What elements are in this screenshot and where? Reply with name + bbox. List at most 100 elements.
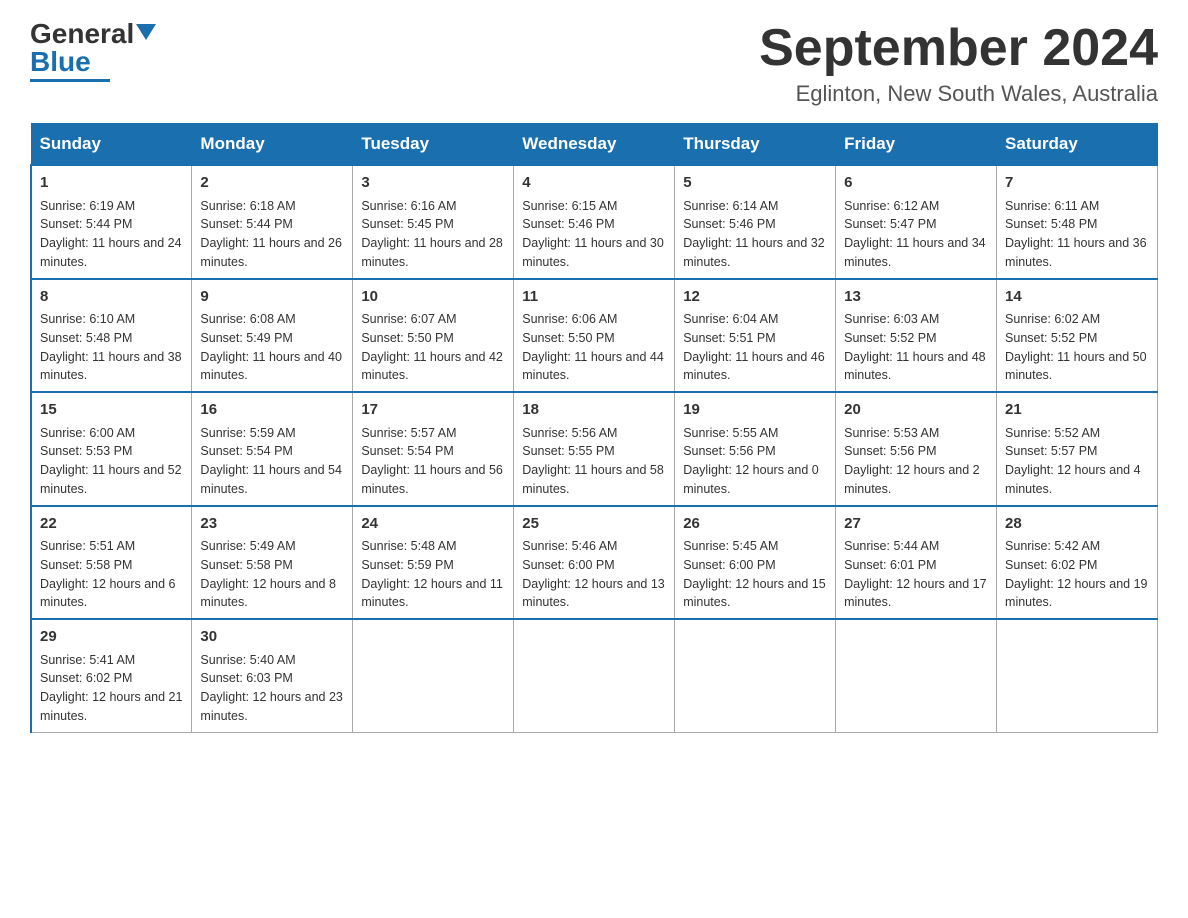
weekday-header-wednesday: Wednesday [514,124,675,166]
day-number: 10 [361,286,505,309]
calendar-day-cell [353,619,514,732]
calendar-day-cell: 8Sunrise: 6:10 AMSunset: 5:48 PMDaylight… [31,279,192,393]
day-number: 7 [1005,172,1149,195]
calendar-week-row: 15Sunrise: 6:00 AMSunset: 5:53 PMDayligh… [31,392,1158,506]
calendar-day-cell: 4Sunrise: 6:15 AMSunset: 5:46 PMDaylight… [514,165,675,279]
weekday-header-saturday: Saturday [997,124,1158,166]
calendar-day-cell: 9Sunrise: 6:08 AMSunset: 5:49 PMDaylight… [192,279,353,393]
day-info: Sunrise: 6:15 AMSunset: 5:46 PMDaylight:… [522,197,666,272]
logo: GeneralBlue [30,20,156,82]
calendar-day-cell: 28Sunrise: 5:42 AMSunset: 6:02 PMDayligh… [997,506,1158,620]
calendar-week-row: 29Sunrise: 5:41 AMSunset: 6:02 PMDayligh… [31,619,1158,732]
day-info: Sunrise: 5:41 AMSunset: 6:02 PMDaylight:… [40,651,183,726]
calendar-day-cell [514,619,675,732]
day-number: 4 [522,172,666,195]
day-info: Sunrise: 6:19 AMSunset: 5:44 PMDaylight:… [40,197,183,272]
calendar-day-cell: 30Sunrise: 5:40 AMSunset: 6:03 PMDayligh… [192,619,353,732]
weekday-header-tuesday: Tuesday [353,124,514,166]
day-info: Sunrise: 5:45 AMSunset: 6:00 PMDaylight:… [683,537,827,612]
day-number: 21 [1005,399,1149,422]
calendar-day-cell: 19Sunrise: 5:55 AMSunset: 5:56 PMDayligh… [675,392,836,506]
calendar-day-cell: 10Sunrise: 6:07 AMSunset: 5:50 PMDayligh… [353,279,514,393]
calendar-day-cell [836,619,997,732]
calendar-day-cell: 27Sunrise: 5:44 AMSunset: 6:01 PMDayligh… [836,506,997,620]
day-number: 14 [1005,286,1149,309]
calendar-day-cell: 22Sunrise: 5:51 AMSunset: 5:58 PMDayligh… [31,506,192,620]
day-number: 15 [40,399,183,422]
day-info: Sunrise: 6:00 AMSunset: 5:53 PMDaylight:… [40,424,183,499]
calendar-day-cell [997,619,1158,732]
logo-text: GeneralBlue [30,20,156,76]
day-info: Sunrise: 6:03 AMSunset: 5:52 PMDaylight:… [844,310,988,385]
month-title: September 2024 [759,20,1158,77]
weekday-header-row: SundayMondayTuesdayWednesdayThursdayFrid… [31,124,1158,166]
day-info: Sunrise: 6:14 AMSunset: 5:46 PMDaylight:… [683,197,827,272]
day-number: 26 [683,513,827,536]
day-number: 3 [361,172,505,195]
calendar-day-cell: 13Sunrise: 6:03 AMSunset: 5:52 PMDayligh… [836,279,997,393]
day-number: 11 [522,286,666,309]
day-number: 20 [844,399,988,422]
day-info: Sunrise: 5:55 AMSunset: 5:56 PMDaylight:… [683,424,827,499]
calendar-day-cell: 16Sunrise: 5:59 AMSunset: 5:54 PMDayligh… [192,392,353,506]
day-info: Sunrise: 6:10 AMSunset: 5:48 PMDaylight:… [40,310,183,385]
day-number: 8 [40,286,183,309]
calendar-day-cell: 18Sunrise: 5:56 AMSunset: 5:55 PMDayligh… [514,392,675,506]
day-info: Sunrise: 5:49 AMSunset: 5:58 PMDaylight:… [200,537,344,612]
calendar-day-cell: 21Sunrise: 5:52 AMSunset: 5:57 PMDayligh… [997,392,1158,506]
weekday-header-sunday: Sunday [31,124,192,166]
day-info: Sunrise: 6:06 AMSunset: 5:50 PMDaylight:… [522,310,666,385]
day-info: Sunrise: 5:53 AMSunset: 5:56 PMDaylight:… [844,424,988,499]
calendar-day-cell: 11Sunrise: 6:06 AMSunset: 5:50 PMDayligh… [514,279,675,393]
day-number: 6 [844,172,988,195]
weekday-header-friday: Friday [836,124,997,166]
calendar-day-cell: 23Sunrise: 5:49 AMSunset: 5:58 PMDayligh… [192,506,353,620]
day-info: Sunrise: 5:52 AMSunset: 5:57 PMDaylight:… [1005,424,1149,499]
day-info: Sunrise: 6:18 AMSunset: 5:44 PMDaylight:… [200,197,344,272]
day-number: 12 [683,286,827,309]
day-number: 5 [683,172,827,195]
weekday-header-thursday: Thursday [675,124,836,166]
calendar-day-cell: 17Sunrise: 5:57 AMSunset: 5:54 PMDayligh… [353,392,514,506]
day-info: Sunrise: 5:48 AMSunset: 5:59 PMDaylight:… [361,537,505,612]
calendar-day-cell: 3Sunrise: 6:16 AMSunset: 5:45 PMDaylight… [353,165,514,279]
logo-blue-text: Blue [30,46,91,77]
day-number: 13 [844,286,988,309]
day-info: Sunrise: 6:12 AMSunset: 5:47 PMDaylight:… [844,197,988,272]
day-number: 30 [200,626,344,649]
calendar-day-cell: 6Sunrise: 6:12 AMSunset: 5:47 PMDaylight… [836,165,997,279]
calendar-day-cell: 24Sunrise: 5:48 AMSunset: 5:59 PMDayligh… [353,506,514,620]
calendar-day-cell: 12Sunrise: 6:04 AMSunset: 5:51 PMDayligh… [675,279,836,393]
calendar-day-cell: 14Sunrise: 6:02 AMSunset: 5:52 PMDayligh… [997,279,1158,393]
calendar-day-cell: 20Sunrise: 5:53 AMSunset: 5:56 PMDayligh… [836,392,997,506]
day-number: 29 [40,626,183,649]
day-info: Sunrise: 6:16 AMSunset: 5:45 PMDaylight:… [361,197,505,272]
day-number: 17 [361,399,505,422]
calendar-week-row: 1Sunrise: 6:19 AMSunset: 5:44 PMDaylight… [31,165,1158,279]
day-number: 23 [200,513,344,536]
day-info: Sunrise: 5:40 AMSunset: 6:03 PMDaylight:… [200,651,344,726]
day-number: 18 [522,399,666,422]
day-info: Sunrise: 6:07 AMSunset: 5:50 PMDaylight:… [361,310,505,385]
day-info: Sunrise: 5:57 AMSunset: 5:54 PMDaylight:… [361,424,505,499]
location-title: Eglinton, New South Wales, Australia [759,81,1158,107]
day-number: 27 [844,513,988,536]
day-info: Sunrise: 5:42 AMSunset: 6:02 PMDaylight:… [1005,537,1149,612]
day-number: 25 [522,513,666,536]
calendar-day-cell: 25Sunrise: 5:46 AMSunset: 6:00 PMDayligh… [514,506,675,620]
calendar-day-cell: 2Sunrise: 6:18 AMSunset: 5:44 PMDaylight… [192,165,353,279]
calendar-week-row: 8Sunrise: 6:10 AMSunset: 5:48 PMDaylight… [31,279,1158,393]
calendar-day-cell: 1Sunrise: 6:19 AMSunset: 5:44 PMDaylight… [31,165,192,279]
day-number: 24 [361,513,505,536]
day-info: Sunrise: 6:04 AMSunset: 5:51 PMDaylight:… [683,310,827,385]
day-number: 19 [683,399,827,422]
day-info: Sunrise: 5:46 AMSunset: 6:00 PMDaylight:… [522,537,666,612]
day-number: 16 [200,399,344,422]
day-info: Sunrise: 6:02 AMSunset: 5:52 PMDaylight:… [1005,310,1149,385]
day-info: Sunrise: 6:08 AMSunset: 5:49 PMDaylight:… [200,310,344,385]
weekday-header-monday: Monday [192,124,353,166]
day-info: Sunrise: 5:56 AMSunset: 5:55 PMDaylight:… [522,424,666,499]
day-info: Sunrise: 5:59 AMSunset: 5:54 PMDaylight:… [200,424,344,499]
day-number: 9 [200,286,344,309]
calendar-day-cell: 29Sunrise: 5:41 AMSunset: 6:02 PMDayligh… [31,619,192,732]
